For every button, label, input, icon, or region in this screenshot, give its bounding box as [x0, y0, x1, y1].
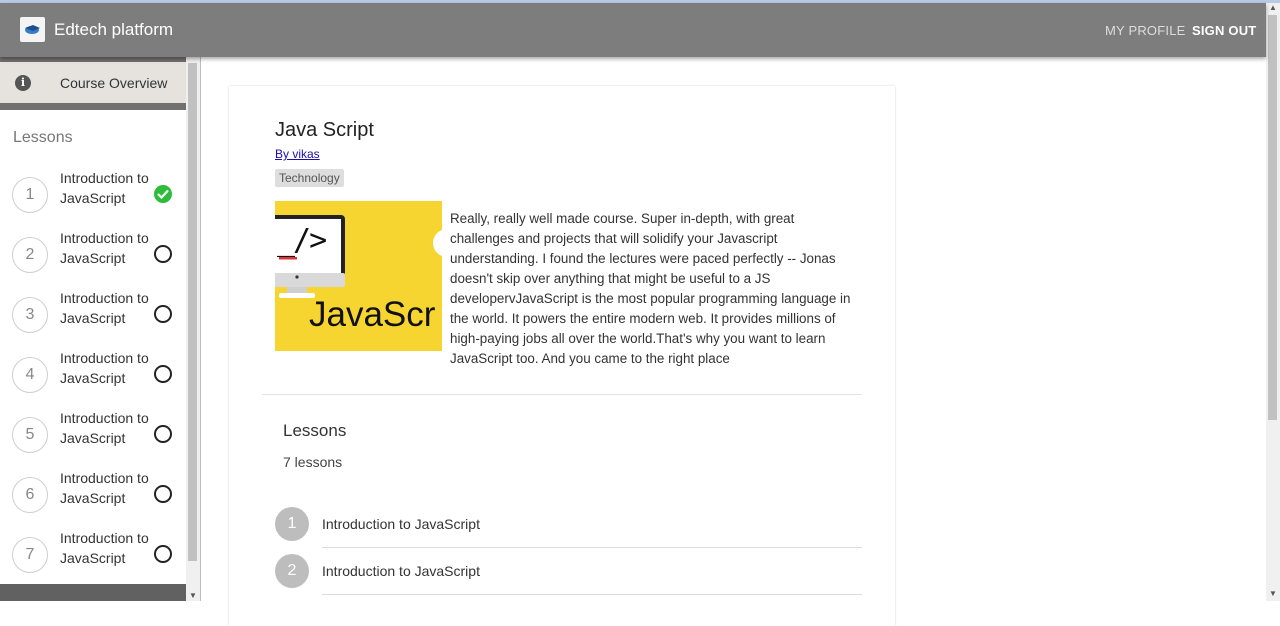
sidebar-lesson-4[interactable]: 4 Introduction to JavaScript — [0, 347, 186, 403]
lesson-row[interactable]: 1 Introduction to JavaScript — [275, 501, 862, 548]
author-link[interactable]: By vikas — [275, 147, 320, 161]
sidebar-scrollbar-thumb[interactable] — [188, 63, 197, 561]
image-javascript-text: JavaScr — [309, 295, 436, 334]
app-logo-icon[interactable] — [20, 17, 45, 42]
app-title[interactable]: Edtech platform — [54, 20, 173, 40]
course-overview-label: Course Overview — [60, 75, 168, 91]
sidebar-scrollbar[interactable]: ▼ — [186, 57, 200, 601]
sidebar-lesson-5[interactable]: 5 Introduction to JavaScript — [0, 407, 186, 463]
lesson-number: 7 — [12, 537, 48, 573]
incomplete-circle-icon — [154, 545, 172, 563]
lesson-sidebar: i Course Overview Lessons 1 Introduction… — [0, 57, 186, 601]
scroll-down-arrow-icon[interactable]: ▼ — [189, 591, 197, 600]
sidebar-footer-bar — [0, 584, 186, 601]
incomplete-circle-icon — [154, 425, 172, 443]
info-icon: i — [15, 75, 31, 91]
lesson-number: 2 — [275, 554, 309, 588]
course-image: _/> JavaScr — [275, 201, 442, 351]
lesson-label: Introduction to JavaScript — [60, 530, 149, 566]
sidebar-lesson-1[interactable]: 1 Introduction to JavaScript — [0, 167, 186, 223]
lesson-label: Introduction to JavaScript — [60, 350, 149, 386]
lesson-number: 1 — [275, 507, 309, 541]
sidebar-divider — [200, 57, 201, 601]
lessons-section-title: Lessons — [283, 421, 347, 440]
course-title: Java Script — [275, 119, 374, 141]
lesson-label: Introduction to JavaScript — [60, 410, 149, 446]
category-badge: Technology — [275, 169, 344, 187]
sidebar-lesson-6[interactable]: 6 Introduction to JavaScript — [0, 467, 186, 523]
lesson-label: Introduction to JavaScript — [60, 470, 149, 506]
course-overview-item[interactable]: i Course Overview — [0, 62, 186, 110]
section-divider — [262, 394, 862, 395]
lesson-number: 4 — [12, 357, 48, 393]
sidebar-lessons-heading: Lessons — [13, 129, 73, 146]
incomplete-circle-icon — [154, 305, 172, 323]
lesson-label: Introduction to JavaScript — [60, 290, 149, 326]
sign-out-link[interactable]: SIGN OUT — [1192, 23, 1256, 38]
my-profile-link[interactable]: MY PROFILE — [1105, 23, 1186, 38]
lesson-title: Introduction to JavaScript — [322, 563, 480, 579]
lesson-title: Introduction to JavaScript — [322, 516, 480, 532]
incomplete-circle-icon — [154, 245, 172, 263]
lesson-number: 5 — [12, 417, 48, 453]
lesson-number: 3 — [12, 297, 48, 333]
image-code-text: _/> — [277, 223, 327, 258]
completed-check-icon — [154, 185, 172, 203]
course-description: Really, really well made course. Super i… — [450, 211, 851, 366]
incomplete-circle-icon — [154, 365, 172, 383]
lesson-number: 6 — [12, 477, 48, 513]
page-scrollbar-thumb[interactable] — [1268, 15, 1277, 420]
page-scrollbar[interactable]: ▲ ▼ — [1266, 3, 1280, 601]
sidebar-lesson-3[interactable]: 3 Introduction to JavaScript — [0, 287, 186, 343]
lesson-label: Introduction to JavaScript — [60, 230, 149, 266]
lesson-number: 1 — [12, 177, 48, 213]
lesson-row[interactable]: 2 Introduction to JavaScript — [275, 548, 862, 595]
sidebar-lesson-2[interactable]: 2 Introduction to JavaScript — [0, 227, 186, 283]
course-card: Java Script By vikas Technology _/> Java… — [229, 86, 895, 626]
lesson-number: 2 — [12, 237, 48, 273]
incomplete-circle-icon — [154, 485, 172, 503]
app-bar: Edtech platform MY PROFILE SIGN OUT — [0, 3, 1266, 57]
lesson-label: Introduction to JavaScript — [60, 170, 149, 206]
sidebar-lesson-7[interactable]: 7 Introduction to JavaScript — [0, 527, 186, 583]
scroll-down-arrow-icon[interactable]: ▼ — [1269, 589, 1277, 598]
row-divider — [322, 594, 862, 595]
lessons-count: 7 lessons — [283, 454, 343, 470]
scroll-up-arrow-icon[interactable]: ▲ — [1269, 3, 1277, 12]
